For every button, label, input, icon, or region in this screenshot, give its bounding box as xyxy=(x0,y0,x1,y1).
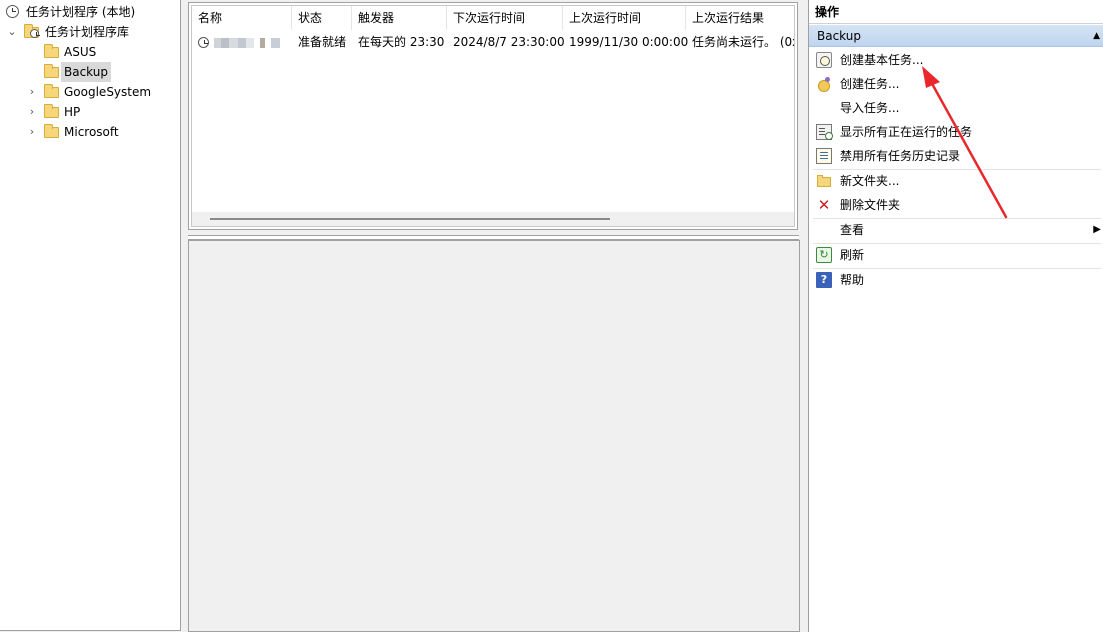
help-action[interactable]: ? 帮助 xyxy=(809,268,1103,292)
folder-icon xyxy=(44,124,60,139)
view-action[interactable]: 查看 ▶ xyxy=(809,218,1103,242)
chevron-down-icon[interactable]: ⌄ xyxy=(6,22,18,42)
task-list-frame: 名称 状态 触发器 下次运行时间 上次运行时间 上次运行结果 准备就绪 在每天的… xyxy=(188,2,798,230)
actions-title: 操作 xyxy=(809,0,1103,24)
column-header-last-run[interactable]: 上次运行时间 xyxy=(563,6,686,30)
actions-section-label: Backup xyxy=(817,29,861,43)
tree-folder-asus[interactable]: ASUS xyxy=(24,42,174,62)
import-task-action[interactable]: 导入任务... xyxy=(809,96,1103,120)
redacted-task-name xyxy=(213,33,280,53)
task-history-icon xyxy=(816,148,832,164)
folder-icon xyxy=(44,44,60,59)
create-basic-task-action[interactable]: 创建基本任务... xyxy=(809,48,1103,72)
column-header-trigger[interactable]: 触发器 xyxy=(352,6,447,30)
chevron-right-icon[interactable]: › xyxy=(26,82,38,102)
tree-folder-label: Microsoft xyxy=(64,125,119,139)
folder-icon xyxy=(44,64,60,79)
new-folder-icon xyxy=(816,173,832,189)
chevron-right-icon[interactable]: › xyxy=(26,102,38,122)
table-row[interactable]: 准备就绪 在每天的 23:30 2024/8/7 23:30:00 1999/1… xyxy=(192,32,795,53)
create-basic-task-icon xyxy=(816,52,832,68)
tree-folder-label: GoogleSystem xyxy=(64,85,152,99)
new-folder-action[interactable]: 新文件夹... xyxy=(809,169,1103,193)
library-folder-icon xyxy=(24,24,40,39)
task-list: 名称 状态 触发器 下次运行时间 上次运行时间 上次运行结果 准备就绪 在每天的… xyxy=(191,5,795,227)
action-label: 禁用所有任务历史记录 xyxy=(840,149,961,163)
task-last-run-cell: 1999/11/30 0:00:00 xyxy=(569,35,689,49)
chevron-right-icon[interactable]: › xyxy=(26,122,38,142)
tree-folder-hp[interactable]: › HP xyxy=(24,102,174,122)
horizontal-scrollbar[interactable] xyxy=(192,212,794,226)
refresh-icon: ↻ xyxy=(816,247,832,263)
action-label: 帮助 xyxy=(840,273,865,287)
column-header-next-run[interactable]: 下次运行时间 xyxy=(447,6,563,30)
task-trigger-cell: 在每天的 23:30 xyxy=(358,35,445,49)
action-label: 删除文件夹 xyxy=(840,198,901,212)
folder-icon xyxy=(44,84,60,99)
task-next-run-cell: 2024/8/7 23:30:00 xyxy=(453,35,565,49)
tree-folder-label: ASUS xyxy=(64,45,97,59)
action-label: 创建基本任务... xyxy=(840,53,924,67)
collapse-arrow-icon[interactable]: ▲ xyxy=(1093,25,1100,47)
navigation-tree: 任务计划程序 (本地) ⌄ 任务计划程序库 ASUS Backup › Goog… xyxy=(0,0,181,631)
tree-folder-label: HP xyxy=(64,105,81,119)
tree-library-label: 任务计划程序库 xyxy=(45,25,130,39)
submenu-arrow-icon: ▶ xyxy=(1093,224,1101,235)
delete-folder-action[interactable]: ✕ 删除文件夹 xyxy=(809,193,1103,217)
column-header-last-result[interactable]: 上次运行结果 xyxy=(686,6,794,30)
column-header-status[interactable]: 状态 xyxy=(292,6,352,30)
help-icon: ? xyxy=(816,272,832,288)
tree-library[interactable]: ⌄ 任务计划程序库 xyxy=(4,22,174,42)
action-label: 创建任务... xyxy=(840,77,900,91)
delete-icon: ✕ xyxy=(817,196,831,214)
tree-folder-backup[interactable]: Backup xyxy=(24,62,174,82)
show-running-tasks-action[interactable]: 显示所有正在运行的任务 xyxy=(809,120,1103,144)
disable-task-history-action[interactable]: 禁用所有任务历史记录 xyxy=(809,144,1103,168)
action-label: 新文件夹... xyxy=(840,174,900,188)
column-header-name[interactable]: 名称 xyxy=(192,6,292,30)
tree-folder-microsoft[interactable]: › Microsoft xyxy=(24,122,174,142)
task-name-cell xyxy=(192,32,292,53)
folder-icon xyxy=(44,104,60,119)
action-label: 显示所有正在运行的任务 xyxy=(840,125,973,139)
create-task-icon xyxy=(816,76,832,92)
scrollbar-thumb[interactable] xyxy=(210,218,610,220)
task-scheduler-window: 任务计划程序 (本地) ⌄ 任务计划程序库 ASUS Backup › Goog… xyxy=(0,0,1103,632)
task-last-result-cell: 任务尚未运行。 (0x xyxy=(692,35,795,49)
task-status-cell: 准备就绪 xyxy=(298,35,347,49)
action-label: 刷新 xyxy=(840,248,865,262)
clock-icon xyxy=(5,5,21,19)
task-list-header: 名称 状态 触发器 下次运行时间 上次运行时间 上次运行结果 xyxy=(192,6,794,30)
tree-folder-googlesystem[interactable]: › GoogleSystem xyxy=(24,82,174,102)
action-label: 查看 xyxy=(840,223,865,237)
actions-section-header[interactable]: Backup ▲ xyxy=(809,25,1103,47)
tree-root-label: 任务计划程序 (本地) xyxy=(26,5,136,19)
pane-splitter[interactable] xyxy=(181,0,187,632)
task-detail-pane xyxy=(188,240,800,632)
running-tasks-icon xyxy=(816,124,833,140)
actions-pane: 操作 Backup ▲ 创建基本任务... 创建任务... 导入任务... 显示… xyxy=(808,0,1103,632)
create-task-action[interactable]: 创建任务... xyxy=(809,72,1103,96)
tree-root[interactable]: 任务计划程序 (本地) xyxy=(4,2,174,22)
tree-folder-label: Backup xyxy=(61,62,111,82)
action-label: 导入任务... xyxy=(840,101,900,115)
task-clock-icon xyxy=(198,36,210,49)
refresh-action[interactable]: ↻ 刷新 xyxy=(809,243,1103,267)
